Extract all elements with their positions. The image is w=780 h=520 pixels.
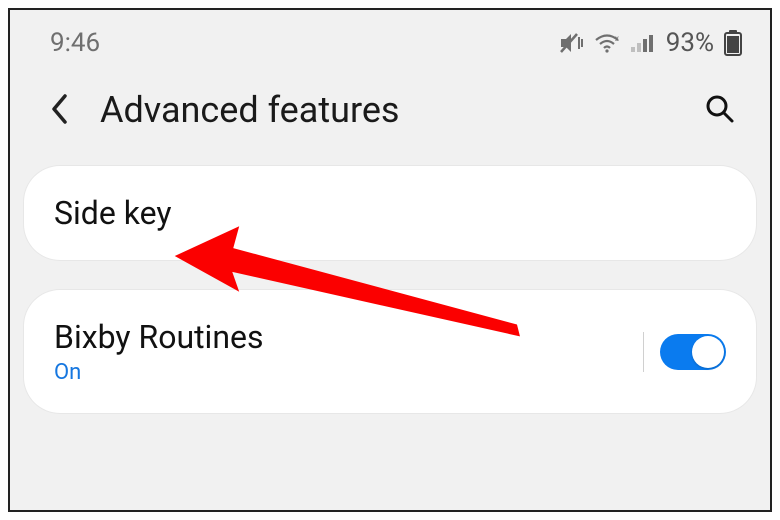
bixby-toggle[interactable] [660,334,726,370]
battery-percent: 93% [666,28,714,58]
status-time: 9:46 [50,28,100,58]
toggle-knob [692,336,724,368]
search-icon [704,93,736,128]
svg-text:x: x [615,34,619,43]
search-button[interactable] [698,88,742,132]
chevron-left-icon [50,93,70,128]
setting-sidekey[interactable]: Side key [24,166,756,260]
setting-bixby-routines[interactable]: Bixby Routines On [24,290,756,413]
setting-bixby-title: Bixby Routines [54,318,263,356]
signal-icon [630,33,654,53]
back-button[interactable] [38,88,82,132]
status-right: x 93% [558,28,742,58]
mute-vibrate-icon [558,31,584,55]
device-frame: 9:46 [8,8,772,512]
header: Advanced features [10,66,770,160]
setting-bixby-status: On [54,360,263,385]
vertical-divider [643,332,644,372]
setting-sidekey-title: Side key [54,194,172,232]
battery-icon [724,30,742,56]
wifi-icon: x [594,33,620,53]
page-title: Advanced features [100,89,680,131]
status-bar: 9:46 [10,10,770,66]
